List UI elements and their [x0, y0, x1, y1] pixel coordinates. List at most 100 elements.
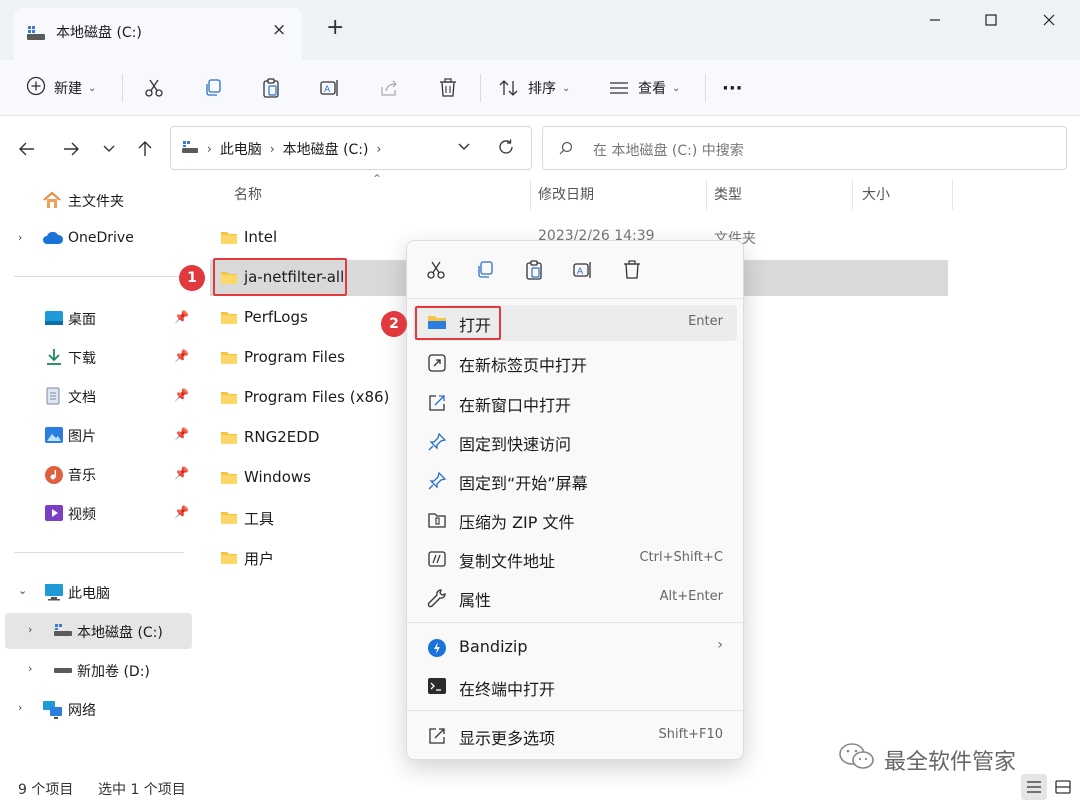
back-button[interactable] [12, 134, 42, 164]
sidebar-item-documents[interactable]: 文档 📌 [0, 378, 195, 414]
share-button[interactable] [378, 70, 400, 106]
chevron-right-icon[interactable]: › [28, 662, 32, 675]
sort-button[interactable]: 排序 ⌄ [498, 70, 570, 106]
menu-item-pin-quick-access[interactable]: 固定到快速访问 [413, 424, 737, 460]
item-count: 9 个项目 [18, 782, 74, 798]
menu-item-shortcut: Enter [688, 314, 723, 329]
pin-icon[interactable]: 📌 [174, 388, 189, 402]
search-box[interactable]: 在 本地磁盘 (C:) 中搜索 [542, 126, 1067, 170]
up-button[interactable] [130, 134, 160, 164]
column-header-type[interactable]: 类型 [714, 184, 742, 204]
pin-icon[interactable]: 📌 [174, 505, 189, 519]
menu-item-show-more-options[interactable]: 显示更多选项 Shift+F10 [413, 718, 737, 754]
file-name: 用户 [244, 550, 275, 568]
sidebar-item-onedrive[interactable]: › OneDrive [0, 221, 195, 257]
rename-icon[interactable]: A [572, 259, 594, 281]
maximize-button[interactable] [968, 6, 1014, 34]
address-dropdown-icon[interactable] [457, 140, 471, 158]
sidebar-item-home[interactable]: 主文件夹 [0, 182, 195, 218]
sidebar-item-label: 文档 [68, 390, 96, 406]
sidebar-item-desktop[interactable]: 桌面 📌 [0, 300, 195, 336]
sidebar-item-videos[interactable]: 视频 📌 [0, 495, 195, 531]
column-header-size[interactable]: 大小 [862, 184, 890, 204]
address-bar[interactable]: › 此电脑 › 本地磁盘 (C:) › [170, 126, 532, 170]
clipboard-icon[interactable] [523, 259, 545, 281]
menu-item-pin-start[interactable]: 固定到“开始”屏幕 [413, 463, 737, 499]
sidebar-item-label: 此电脑 [68, 586, 110, 602]
chevron-right-icon[interactable]: › [18, 701, 22, 714]
pin-icon[interactable]: 📌 [174, 427, 189, 441]
pin-icon[interactable]: 📌 [174, 310, 189, 324]
tab-local-disk[interactable]: 本地磁盘 (C:) × [14, 8, 302, 60]
file-name: Program Files (x86) [244, 388, 390, 406]
sidebar-item-music[interactable]: 音乐 📌 [0, 456, 195, 492]
menu-item-copy-path[interactable]: 复制文件地址 Ctrl+Shift+C [413, 541, 737, 577]
close-tab-icon[interactable]: × [272, 20, 286, 40]
menu-item-label: 固定到“开始”屏幕 [459, 474, 588, 493]
column-header-name[interactable]: 名称 [234, 184, 262, 204]
menu-item-label: 压缩为 ZIP 文件 [459, 513, 575, 532]
network-icon [42, 700, 62, 719]
more-options-button[interactable]: ··· [722, 70, 743, 106]
sidebar-item-downloads[interactable]: 下载 📌 [0, 339, 195, 375]
minimize-button[interactable] [912, 6, 958, 34]
watermark-text: 最全软件管家 [884, 750, 1017, 775]
menu-item-open-new-tab[interactable]: 在新标签页中打开 [413, 345, 737, 381]
new-tab-button[interactable]: + [326, 17, 344, 39]
trash-icon[interactable] [621, 259, 643, 281]
watermark: 最全软件管家 [838, 742, 1016, 778]
pin-icon[interactable]: 📌 [174, 349, 189, 363]
view-button[interactable]: 查看 ⌄ [608, 70, 680, 106]
chevron-right-icon[interactable]: › [18, 231, 22, 244]
menu-item-bandizip[interactable]: Bandizip › [413, 630, 737, 666]
music-icon [44, 465, 64, 484]
copy-button[interactable] [202, 70, 224, 106]
breadcrumb-this-pc[interactable]: 此电脑 [220, 139, 262, 159]
share-icon [381, 80, 397, 96]
copy-icon[interactable] [474, 259, 496, 281]
close-window-button[interactable] [1026, 6, 1072, 34]
sidebar-item-new-volume-d[interactable]: › 新加卷 (D:) [0, 652, 195, 688]
sidebar-item-pictures[interactable]: 图片 📌 [0, 417, 195, 453]
file-name: RNG2EDD [244, 428, 320, 446]
column-divider[interactable] [706, 180, 707, 210]
pin-icon[interactable]: 📌 [174, 466, 189, 480]
paste-button[interactable] [260, 70, 282, 106]
file-name: PerfLogs [244, 308, 308, 326]
sidebar-item-label: 下载 [68, 351, 96, 367]
delete-button[interactable] [437, 70, 459, 106]
details-view-button[interactable] [1021, 774, 1047, 800]
recent-locations-button[interactable] [94, 134, 124, 164]
column-divider[interactable] [852, 180, 853, 210]
column-divider[interactable] [952, 180, 953, 210]
computer-icon [44, 583, 64, 601]
sidebar-item-label: 新加卷 (D:) [77, 664, 150, 680]
sidebar-item-network[interactable]: › 网络 [0, 691, 195, 727]
chevron-right-icon: › [376, 142, 382, 156]
folder-icon [220, 230, 238, 249]
sidebar-item-label: 本地磁盘 (C:) [77, 625, 163, 641]
menu-item-open-terminal[interactable]: 在终端中打开 [413, 669, 737, 705]
new-button[interactable]: 新建 ⌄ [26, 70, 96, 106]
sidebar-item-this-pc[interactable]: ⌄ 此电脑 [0, 574, 195, 610]
menu-item-label: 复制文件地址 [459, 552, 556, 571]
breadcrumb-local-disk[interactable]: 本地磁盘 (C:) [283, 139, 369, 159]
menu-item-open-new-window[interactable]: 在新窗口中打开 [413, 385, 737, 421]
file-name: Windows [244, 468, 311, 486]
scissors-icon[interactable] [425, 259, 447, 281]
forward-button[interactable] [56, 134, 86, 164]
menu-item-compress-zip[interactable]: 压缩为 ZIP 文件 [413, 502, 737, 538]
refresh-icon[interactable] [497, 138, 515, 160]
tiles-view-button[interactable] [1050, 774, 1076, 800]
menu-divider [407, 622, 745, 623]
chevron-right-icon[interactable]: › [28, 623, 32, 636]
menu-item-properties[interactable]: 属性 Alt+Enter [413, 580, 737, 616]
rename-button[interactable]: A [319, 70, 341, 106]
column-header-date[interactable]: 修改日期 [538, 184, 594, 204]
chevron-down-icon[interactable]: ⌄ [18, 584, 27, 597]
cut-button[interactable] [143, 70, 165, 106]
column-divider[interactable] [530, 180, 531, 210]
folder-icon [220, 390, 238, 409]
sidebar-item-local-disk-c[interactable]: › 本地磁盘 (C:) [5, 613, 192, 649]
sidebar-divider [14, 552, 184, 553]
